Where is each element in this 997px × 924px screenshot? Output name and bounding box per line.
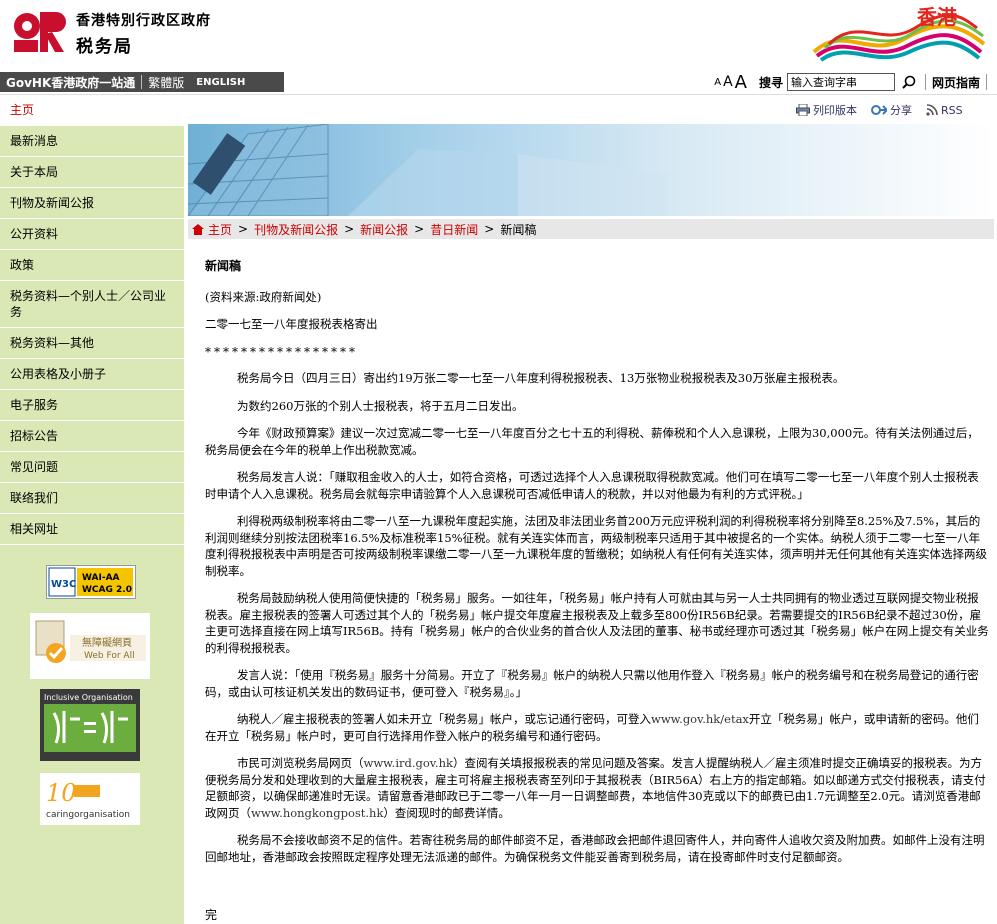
print-label: 列印版本 — [813, 104, 857, 117]
caring-number: 10 — [46, 779, 77, 807]
govhk-label: GovHK — [6, 75, 52, 90]
ird-logo-icon[interactable] — [12, 8, 66, 54]
font-size-medium-button[interactable]: A — [723, 74, 733, 90]
font-size-large-button[interactable]: A — [735, 72, 747, 93]
gov-links: GovHK香港政府一站通 繁體版 ENGLISH — [0, 72, 284, 92]
article-paragraph: 税务局鼓励纳税人使用简便快捷的「税务易」服务。一如往年，「税务易」帐户持有人可就… — [205, 591, 989, 655]
sidebar-item-home[interactable]: 主页 — [0, 95, 184, 126]
brand-text: 香港 — [917, 5, 958, 29]
wai-label: WAI-AA — [82, 573, 120, 583]
etax-link[interactable]: www.gov.hk/etax — [651, 712, 749, 726]
w3c-label: W3C — [51, 579, 76, 590]
breadcrumb: 主页 > 刊物及新闻公报 > 新闻公报 > 昔日新闻 > 新闻稿 — [188, 219, 994, 239]
sidebar-item-public-info[interactable]: 公开资料 — [0, 219, 184, 250]
building-banner-icon — [188, 124, 668, 216]
sidebar-item-tax-individuals[interactable]: 税务资料—个别人士／公司业务 — [0, 281, 184, 328]
sidebar-item-contact-us[interactable]: 联络我们 — [0, 483, 184, 514]
banner-image — [188, 124, 994, 216]
gov-name: 香港特別行政区政府 — [76, 13, 211, 29]
inclusive-organisation-badge-icon[interactable]: Inclusive Organisation — [40, 689, 140, 761]
inclusive-label: Inclusive Organisation — [44, 693, 133, 702]
web-for-all-zh-label: 無障礙網頁 — [82, 636, 132, 649]
department-name: 香港特別行政区政府 税务局 — [76, 10, 211, 57]
article-end: 完 — [205, 908, 218, 922]
govhk-suffix: 香港政府一站通 — [51, 75, 136, 90]
article-paragraph: 发言人说：「使用『税务易』服务十分简易。开立了『税务易』帐户的纳税人只需以他用作… — [205, 668, 979, 699]
search-input[interactable] — [786, 73, 895, 91]
sidebar-item-about-us[interactable]: 关于本局 — [0, 157, 184, 188]
divider — [924, 74, 926, 90]
caring-label: caringorganisation — [46, 810, 130, 820]
article-source: (资料来源:政府新闻处) — [205, 289, 322, 304]
article-paragraph: 税务局发言人说：「赚取租金收入的人士，如符合资格，可透过选择个人入息课税取得税款… — [205, 470, 979, 501]
english-link[interactable]: ENGLISH — [190, 77, 251, 88]
paragraph-text: 纳税人／雇主报税表的签署人如未开立「税务易」帐户，或忘记通行密码，可登入 — [237, 712, 651, 726]
article-paragraph: 利得税两级制税率将由二零一八至一九课税年度起实施，法团及非法团业务首200万元应… — [205, 514, 987, 578]
caring-organisation-badge-icon[interactable]: 10 caringorganisation — [40, 773, 140, 825]
rss-link[interactable]: RSS — [926, 104, 963, 117]
share-label: 分享 — [890, 104, 912, 117]
home-icon[interactable] — [192, 223, 204, 235]
hongkongpost-link[interactable]: www.hongkongpost.hk — [251, 806, 383, 820]
share-link[interactable]: 分享 — [871, 102, 912, 118]
sidebar-item-faq[interactable]: 常见问题 — [0, 452, 184, 483]
page-toolbox: 列印版本 分享 RSS — [796, 100, 992, 120]
w3c-wcag-badge-icon[interactable]: W3C WAI-AA WCAG 2.0 — [46, 565, 136, 599]
sidebar-item-related-links[interactable]: 相关网址 — [0, 514, 184, 545]
brand-hong-kong-logo-icon: 香港 — [812, 5, 986, 62]
breadcrumb-current: 新闻稿 — [500, 222, 537, 237]
dept-name: 税务局 — [76, 37, 133, 57]
paragraph-text: ）查阅现时的邮费详情。 — [383, 805, 510, 820]
sidebar-item-publications[interactable]: 刊物及新闻公报 — [0, 188, 184, 219]
share-icon — [871, 105, 887, 115]
web-for-all-en-label: Web For All — [84, 651, 135, 661]
sidebar: 主页 最新消息 关于本局 刊物及新闻公报 公开资料 政策 税务资料—个别人士／公… — [0, 95, 184, 924]
printer-icon — [796, 104, 810, 116]
wcag-label: WCAG 2.0 — [82, 585, 132, 595]
rss-label: RSS — [941, 103, 963, 117]
article-paragraph: 税务局今日（四月三日）寄出约19万张二零一七至一八年度利得税报税表、13万张物业… — [237, 371, 845, 385]
breadcrumb-separator: > — [484, 222, 495, 236]
search-icon — [902, 75, 916, 89]
divider — [986, 74, 987, 90]
breadcrumb-home[interactable]: 主页 — [208, 221, 232, 238]
site-header: 香港特別行政区政府 税务局 香港 — [0, 0, 997, 70]
article-paragraph: 纳税人／雇主报税表的签署人如未开立「税务易」帐户，或忘记通行密码，可登入www.… — [205, 711, 990, 744]
search-button[interactable] — [899, 72, 919, 92]
ird-website-link[interactable]: www.ird.gov.hk — [364, 756, 453, 770]
web-for-all-badge-icon[interactable]: 無障礙網頁 Web For All — [30, 613, 150, 679]
breadcrumb-press-releases[interactable]: 新闻公报 — [360, 221, 408, 238]
govhk-link[interactable]: GovHK香港政府一站通 — [0, 74, 141, 91]
sitemap-link[interactable]: 网页指南 — [932, 74, 980, 91]
sidebar-item-tenders[interactable]: 招标公告 — [0, 421, 184, 452]
breadcrumb-separator: > — [344, 222, 355, 236]
breadcrumb-separator: > — [414, 222, 425, 236]
breadcrumb-separator: > — [238, 222, 249, 236]
breadcrumb-archive[interactable]: 昔日新闻 — [430, 221, 478, 238]
search-label: 搜寻 — [758, 75, 783, 90]
font-size-small-button[interactable]: A — [714, 77, 721, 88]
traditional-chinese-link[interactable]: 繁體版 — [142, 74, 190, 91]
breadcrumb-publications[interactable]: 刊物及新闻公报 — [254, 221, 338, 238]
sidebar-item-tax-others[interactable]: 税务资料—其他 — [0, 328, 184, 359]
article-separator: ***************** — [205, 344, 358, 359]
paragraph-text: 市民可浏览税务局网页（ — [237, 756, 364, 770]
sidebar-item-forms[interactable]: 公用表格及小册子 — [0, 359, 184, 390]
top-navigation-bar: GovHK香港政府一站通 繁體版 ENGLISH A A A 搜寻 网页指南 — [0, 70, 997, 94]
article-paragraph: 今年《财政预算案》建议一次过宽减二零一七至一八年度百分之七十五的利得税、薪俸税和… — [205, 426, 979, 457]
rss-icon — [926, 104, 938, 116]
sidebar-item-policy[interactable]: 政策 — [0, 250, 184, 281]
article-paragraph: 市民可浏览税务局网页（www.ird.gov.hk）查阅有关填报报税表的常见问题… — [205, 755, 990, 821]
page-title: 新闻稿 — [205, 259, 242, 273]
article-heading: 二零一七至一八年度报税表格寄出 — [205, 317, 378, 331]
sidebar-item-whats-new[interactable]: 最新消息 — [0, 126, 184, 157]
article-paragraph: 为数约260万张的个别人士报税表，将于五月二日发出。 — [237, 398, 524, 413]
article-paragraph: 税务局不会接收邮资不足的信件。若寄往税务局的邮件邮资不足，香港邮政会把邮件退回寄… — [205, 833, 985, 864]
press-release-article: 新闻稿 (资料来源:政府新闻处) 二零一七至一八年度报税表格寄出 *******… — [205, 258, 990, 876]
sidebar-item-e-services[interactable]: 电子服务 — [0, 390, 184, 421]
tools: A A A 搜寻 网页指南 — [714, 70, 993, 94]
print-version-link[interactable]: 列印版本 — [796, 102, 857, 118]
